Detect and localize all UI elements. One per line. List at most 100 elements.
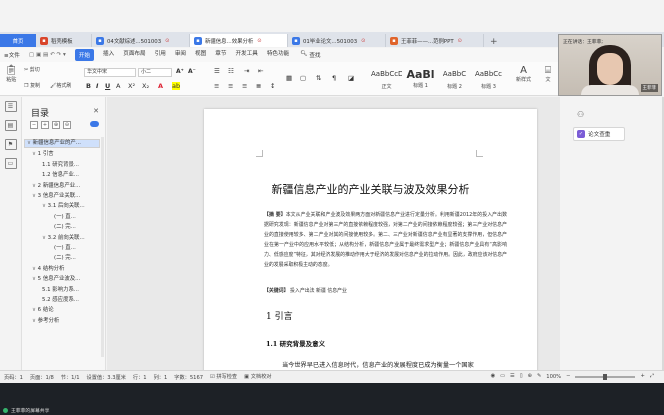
- outline-item[interactable]: ∨ 2 新疆信息产业...: [32, 181, 80, 189]
- border-icon[interactable]: ▢: [300, 74, 306, 82]
- zoom-out-icon[interactable]: −: [566, 374, 570, 379]
- page-view-icon[interactable]: ▭: [500, 374, 505, 379]
- sort-icon[interactable]: ⇅: [316, 74, 321, 82]
- text-tools-button[interactable]: ⌸ 文: [545, 66, 551, 84]
- outline-panel-icon[interactable]: ☰: [4, 101, 17, 112]
- pen-icon[interactable]: ✎: [537, 374, 541, 379]
- menu-item-7[interactable]: 开发工具: [235, 49, 257, 61]
- cut-button[interactable]: ✂ 剪切: [24, 66, 40, 73]
- font-color-icon[interactable]: A: [158, 82, 163, 90]
- show-marks-icon[interactable]: ¶: [332, 74, 336, 82]
- search-box[interactable]: 🔍︎ 查找: [300, 51, 320, 59]
- web-view-icon[interactable]: ☰: [510, 374, 515, 379]
- italic-icon[interactable]: I: [96, 82, 98, 90]
- globe-icon[interactable]: ⊕: [528, 374, 532, 379]
- style-0[interactable]: AaBbCcDd 正文: [370, 66, 403, 93]
- document-title[interactable]: 新疆信息产业的产业关联与波及效果分析: [204, 181, 537, 197]
- outline-item[interactable]: (一) 直...: [54, 212, 76, 220]
- shading-icon[interactable]: ◪: [348, 74, 354, 82]
- outline-item[interactable]: (二) 完...: [54, 222, 76, 230]
- superscript-icon[interactable]: X²: [128, 82, 135, 90]
- tab-0[interactable]: 首页: [0, 34, 36, 47]
- bold-icon[interactable]: B: [86, 82, 91, 90]
- new-tab-button[interactable]: +: [484, 37, 504, 47]
- page-thumbnail-icon[interactable]: ▭: [4, 158, 17, 169]
- style-1[interactable]: AaBl 标题 1: [404, 66, 437, 93]
- bullet-list-icon[interactable]: ☰: [214, 67, 220, 75]
- outline-item[interactable]: (一) 直...: [54, 243, 76, 251]
- document-canvas[interactable]: 新疆信息产业的产业关联与波及效果分析 【摘 要】本文从产业关联和产业波及效果两方…: [107, 97, 560, 370]
- document-paragraph[interactable]: 当今世界早已进入信息时代，信息产业的发展程度已成为衡量一个国家: [282, 360, 512, 369]
- menu-item-5[interactable]: 视图: [195, 49, 206, 61]
- indent-icon[interactable]: ⇥: [244, 67, 249, 75]
- zoom-in-icon[interactable]: +: [640, 374, 644, 379]
- menu-item-4[interactable]: 审阅: [175, 49, 186, 61]
- paste-button[interactable]: 📋︎ 粘贴: [5, 66, 18, 84]
- tab-close-icon[interactable]: ⊙: [458, 38, 462, 44]
- zoom-slider-handle[interactable]: [603, 374, 608, 380]
- read-view-icon[interactable]: ▯: [520, 374, 523, 379]
- fit-window-icon[interactable]: ⤢: [650, 374, 654, 379]
- zoom-level[interactable]: 100%: [546, 374, 561, 380]
- font-size-select[interactable]: 小二: [138, 68, 172, 77]
- eye-icon[interactable]: ◉: [491, 374, 496, 379]
- outline-item[interactable]: (二) 完...: [54, 253, 76, 261]
- align-right-icon[interactable]: ≡: [242, 82, 247, 90]
- tab-close-icon[interactable]: ⊙: [361, 38, 365, 44]
- align-center-icon[interactable]: ≡: [228, 82, 233, 90]
- outline-item[interactable]: ∨ 3 信息产业关联...: [32, 191, 80, 199]
- outline-scrollbar[interactable]: [101, 137, 104, 357]
- font-grow-icon[interactable]: A⁺: [176, 68, 184, 75]
- outline-item[interactable]: ∨ 参考分析: [32, 316, 59, 324]
- document-abstract[interactable]: 【摘 要】本文从产业关联和产业波及效果两方面对新疆信息产业进行定量分析。利用新疆…: [264, 210, 507, 270]
- highlight-icon[interactable]: ab: [172, 82, 181, 90]
- outline-toggle[interactable]: [90, 121, 99, 127]
- outline-item[interactable]: ∨ 5 信息产业波及...: [32, 274, 80, 282]
- remove-heading-icon[interactable]: ⊖: [63, 121, 71, 129]
- document-keywords[interactable]: 【关键词】 投入产出法 新疆 信息产业: [264, 287, 507, 294]
- outline-item[interactable]: ∨ 4 结构分析: [32, 264, 64, 272]
- menu-item-8[interactable]: 特色功能: [267, 49, 289, 61]
- tab-2[interactable]: ▪ 04文献综述...501003 ⊙: [92, 34, 190, 47]
- outline-item[interactable]: 1.2 信息产业...: [42, 170, 79, 178]
- menu-file[interactable]: ≡ 文件: [4, 51, 20, 60]
- outline-item[interactable]: ∨ 3.1 后向关联...: [42, 201, 85, 209]
- outline-item[interactable]: ∨ 3.2 前向关联...: [42, 233, 85, 241]
- status-words[interactable]: 字数：5167: [174, 374, 203, 381]
- doc-proof-button[interactable]: ▣ 文档校对: [244, 373, 271, 380]
- outline-item[interactable]: ∨ 新疆信息产业的产...: [24, 139, 100, 148]
- expand-all-icon[interactable]: +: [41, 121, 49, 129]
- menu-item-1[interactable]: 插入: [103, 49, 114, 61]
- style-2[interactable]: AaBbC 标题 2: [438, 66, 471, 93]
- collapse-all-icon[interactable]: −: [30, 121, 38, 129]
- close-icon[interactable]: ✕: [93, 107, 99, 115]
- bookmark-icon[interactable]: ⚑: [4, 139, 17, 150]
- tab-close-icon[interactable]: ⊙: [257, 38, 261, 44]
- tab-4[interactable]: ▪ 01毕业论文...501003 ⊙: [288, 34, 386, 47]
- outline-item[interactable]: ∨ 6 结论: [32, 305, 54, 313]
- chapter-nav-icon[interactable]: ▤: [4, 120, 17, 131]
- numbered-list-icon[interactable]: ☷: [228, 67, 234, 75]
- spell-check-button[interactable]: ☑ 拼写检查: [210, 373, 237, 380]
- line-spacing-icon[interactable]: ↕: [270, 82, 275, 90]
- user-icon[interactable]: ⚇: [577, 111, 584, 119]
- heading-research-background[interactable]: 1.1 研究背景及意义: [266, 338, 325, 348]
- menu-item-3[interactable]: 引用: [155, 49, 166, 61]
- tab-3[interactable]: ▪ 新疆信息...效果分析 ⊙: [190, 34, 288, 47]
- subscript-icon[interactable]: X₂: [142, 82, 149, 90]
- align-left-icon[interactable]: ≡: [214, 82, 219, 90]
- tab-5[interactable]: ▪ 王菲菲——...范例PPT ⊙: [386, 34, 484, 47]
- new-style-button[interactable]: A 新样式: [516, 66, 531, 84]
- underline-icon[interactable]: U: [105, 82, 110, 90]
- copy-button[interactable]: ❐ 复制: [24, 82, 40, 89]
- outline-item[interactable]: 5.2 感应度系...: [42, 295, 79, 303]
- table-icon[interactable]: ▦: [286, 74, 292, 82]
- format-painter-button[interactable]: 🖌︎格式刷: [50, 82, 71, 89]
- justify-icon[interactable]: ≣: [256, 82, 261, 90]
- font-name-select[interactable]: 华文中宋: [84, 68, 136, 77]
- menu-item-0[interactable]: 开始: [74, 49, 95, 61]
- strikethrough-icon[interactable]: A: [116, 82, 120, 90]
- outline-item[interactable]: 1.1 研究背景...: [42, 160, 79, 168]
- font-shrink-icon[interactable]: A⁻: [188, 68, 196, 75]
- paper-check-button[interactable]: ✓ 论文查重: [573, 127, 625, 141]
